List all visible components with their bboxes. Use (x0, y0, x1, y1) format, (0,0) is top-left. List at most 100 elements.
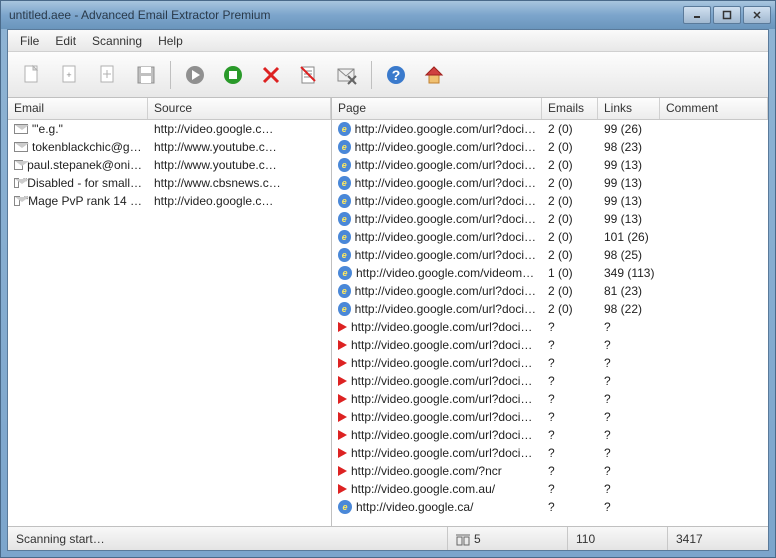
email-row[interactable]: "Mage PvP rank 14 …http://video.google.c… (8, 192, 331, 210)
email-text: tokenblackchic@g… (32, 140, 142, 154)
menu-scanning[interactable]: Scanning (84, 32, 150, 50)
page-row[interactable]: ehttp://video.google.com/url?doci…2 (0)9… (332, 174, 768, 192)
page-row[interactable]: http://video.google.com/url?doci…?? (332, 372, 768, 390)
page-comment (660, 416, 768, 418)
page-links: ? (598, 499, 660, 515)
email-row[interactable]: "Disabled - for small…http://www.cbsnews… (8, 174, 331, 192)
col-emails[interactable]: Emails (542, 98, 598, 119)
ie-icon: e (338, 158, 351, 172)
stop-button[interactable] (217, 59, 249, 91)
col-comment[interactable]: Comment (660, 98, 768, 119)
filter-button[interactable] (331, 59, 363, 91)
ie-icon: e (338, 122, 351, 136)
email-row[interactable]: "'e.g." http://video.google.c… (8, 120, 331, 138)
page-row[interactable]: ehttp://video.google.com/url?doci…2 (0)9… (332, 210, 768, 228)
start-button[interactable] (179, 59, 211, 91)
page-row[interactable]: ehttp://video.google.ca/?? (332, 498, 768, 516)
col-page[interactable]: Page (332, 98, 542, 119)
page-row[interactable]: http://video.google.com/url?doci…?? (332, 426, 768, 444)
append-button[interactable] (92, 59, 124, 91)
flag-icon (338, 394, 347, 404)
page-row[interactable]: ehttp://video.google.com/url?doci…2 (0)9… (332, 300, 768, 318)
page-row[interactable]: http://video.google.com/url?doci…?? (332, 318, 768, 336)
page-row[interactable]: http://video.google.com/?ncr?? (332, 462, 768, 480)
app-window: untitled.aee - Advanced Email Extractor … (0, 0, 776, 558)
email-list-header: Email Source (8, 98, 331, 120)
open-file-icon: + (59, 64, 81, 86)
menubar: File Edit Scanning Help (8, 30, 768, 52)
page-comment (660, 272, 768, 274)
status-count2: 3417 (668, 527, 768, 550)
main-split: Email Source "'e.g." http://video.google… (8, 98, 768, 526)
page-emails: 2 (0) (542, 193, 598, 209)
status-threads-value: 5 (474, 532, 481, 546)
minimize-button[interactable] (683, 6, 711, 24)
page-row[interactable]: ehttp://video.google.com/url?doci…2 (0)8… (332, 282, 768, 300)
menu-edit[interactable]: Edit (47, 32, 84, 50)
page-comment (660, 398, 768, 400)
page-url: http://video.google.com/videom… (356, 266, 534, 280)
page-url: http://video.google.com/url?doci… (355, 140, 536, 154)
page-list-body[interactable]: ehttp://video.google.com/url?doci…2 (0)9… (332, 120, 768, 526)
delete-button[interactable] (255, 59, 287, 91)
page-emails: ? (542, 373, 598, 389)
page-row[interactable]: http://video.google.com.au/?? (332, 480, 768, 498)
email-row[interactable]: paul.stepanek@oni…http://www.youtube.c… (8, 156, 331, 174)
page-links: 99 (13) (598, 193, 660, 209)
status-count1: 110 (568, 527, 668, 550)
page-row[interactable]: http://video.google.com/url?doci…?? (332, 390, 768, 408)
page-row[interactable]: ehttp://video.google.com/url?doci…2 (0)9… (332, 246, 768, 264)
page-url: http://video.google.com/url?doci… (355, 158, 536, 172)
clear-button[interactable] (293, 59, 325, 91)
page-links: 99 (26) (598, 121, 660, 137)
help-button[interactable]: ? (380, 59, 412, 91)
home-icon (423, 64, 445, 86)
page-url: http://video.google.com/url?doci… (355, 122, 536, 136)
page-row[interactable]: ehttp://video.google.com/url?doci…2 (0)1… (332, 228, 768, 246)
stop-icon (222, 64, 244, 86)
col-source[interactable]: Source (148, 98, 331, 119)
page-emails: 2 (0) (542, 301, 598, 317)
page-row[interactable]: ehttp://video.google.com/url?doci…2 (0)9… (332, 192, 768, 210)
page-row[interactable]: http://video.google.com/url?doci…?? (332, 408, 768, 426)
envelope-icon (14, 160, 23, 170)
page-url: http://video.google.com/url?doci… (351, 374, 532, 388)
envelope-icon (14, 142, 28, 152)
page-links: ? (598, 481, 660, 497)
col-email[interactable]: Email (8, 98, 148, 119)
col-links[interactable]: Links (598, 98, 660, 119)
menu-help[interactable]: Help (150, 32, 191, 50)
page-emails: 2 (0) (542, 283, 598, 299)
page-emails: ? (542, 427, 598, 443)
page-row[interactable]: http://video.google.com/url?doci…?? (332, 336, 768, 354)
close-button[interactable] (743, 6, 771, 24)
home-button[interactable] (418, 59, 450, 91)
page-links: 98 (25) (598, 247, 660, 263)
titlebar[interactable]: untitled.aee - Advanced Email Extractor … (1, 1, 775, 29)
page-row[interactable]: http://video.google.com/url?doci…?? (332, 354, 768, 372)
email-list-body[interactable]: "'e.g." http://video.google.c…tokenblack… (8, 120, 331, 526)
maximize-button[interactable] (713, 6, 741, 24)
page-emails: 1 (0) (542, 265, 598, 281)
email-text: "'e.g." (32, 122, 63, 136)
new-file-icon (21, 64, 43, 86)
page-links: 98 (23) (598, 139, 660, 155)
window-buttons (683, 6, 771, 24)
flag-icon (338, 466, 347, 476)
page-row[interactable]: e http://video.google.com/url?doci… 2 (0)9… (332, 120, 768, 138)
page-emails: 2 (0) (542, 121, 598, 137)
page-comment (660, 344, 768, 346)
email-row[interactable]: tokenblackchic@g…http://www.youtube.c… (8, 138, 331, 156)
page-row[interactable]: http://video.google.com/url?doci…?? (332, 444, 768, 462)
save-button[interactable] (130, 59, 162, 91)
window-title: untitled.aee - Advanced Email Extractor … (9, 8, 683, 22)
page-row[interactable]: ehttp://video.google.com/url?doci…2 (0)9… (332, 156, 768, 174)
new-button[interactable] (16, 59, 48, 91)
page-row[interactable]: ehttp://video.google.com/videom…1 (0)349… (332, 264, 768, 282)
page-row[interactable]: ehttp://video.google.com/url?doci…2 (0)9… (332, 138, 768, 156)
open-button[interactable]: + (54, 59, 86, 91)
svg-text:?: ? (392, 67, 401, 83)
source-text: http://video.google.c… (148, 193, 331, 209)
menu-file[interactable]: File (12, 32, 47, 50)
page-url: http://video.google.com/url?doci… (351, 356, 532, 370)
